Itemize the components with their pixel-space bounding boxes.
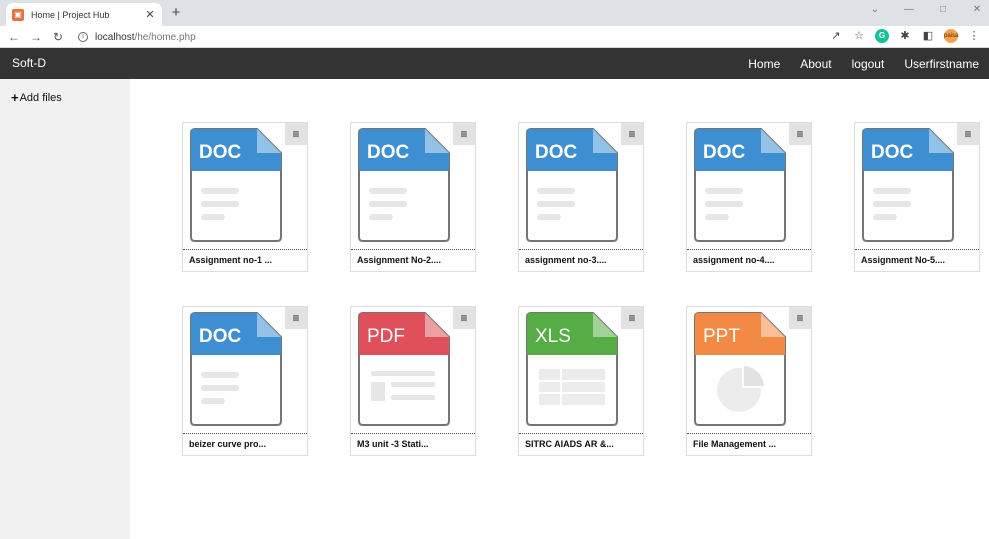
site-info-icon[interactable]: i — [78, 32, 88, 42]
browser-tab-strip: ▣ Home | Project Hub ✕ + ⌄ — □ ✕ — [0, 0, 989, 26]
file-card[interactable]: DOC ≡ Assignment No-2.... — [350, 122, 476, 272]
site-favicon-icon: ▣ — [12, 8, 24, 21]
file-type-label: DOC — [199, 326, 242, 347]
file-menu-icon[interactable]: ≡ — [621, 307, 643, 329]
address-bar[interactable]: i localhost/he/home.php — [72, 28, 832, 46]
window-controls: ⌄ — □ ✕ — [869, 4, 983, 15]
share-icon[interactable]: ↗ — [829, 29, 843, 43]
file-card[interactable]: PDF ≡ M3 unit -3 Stati... — [350, 306, 476, 456]
tab-search-icon[interactable]: ⌄ — [869, 4, 881, 15]
file-type-label: XLS — [535, 326, 571, 347]
app-navbar: Soft-D Home About logout Userfirstname — [0, 48, 989, 79]
url-path: /he/home.php — [134, 31, 196, 43]
tab-title: Home | Project Hub — [31, 9, 110, 20]
browser-tab[interactable]: ▣ Home | Project Hub ✕ — [6, 3, 162, 26]
file-menu-icon[interactable]: ≡ — [285, 307, 307, 329]
back-icon[interactable]: ← — [6, 29, 22, 45]
toolbar-icons: ↗ ☆ G ✱ ◧ paisa ⋮ — [829, 29, 981, 43]
sidebar: + Add files — [0, 79, 130, 539]
file-menu-icon[interactable]: ≡ — [957, 123, 979, 145]
forward-icon[interactable]: → — [28, 29, 44, 45]
file-type-label: DOC — [535, 142, 578, 163]
file-type-label: PDF — [367, 326, 405, 347]
file-card[interactable]: PPT ≡ File Management ... — [686, 306, 812, 456]
file-card[interactable]: DOC ≡ assignment no-4.... — [686, 122, 812, 272]
file-pdf-icon[interactable]: PDF — [355, 311, 453, 427]
brand-name[interactable]: Soft-D — [12, 48, 46, 79]
file-type-label: DOC — [199, 142, 242, 163]
file-menu-icon[interactable]: ≡ — [789, 307, 811, 329]
file-card[interactable]: DOC ≡ beizer curve pro... — [182, 306, 308, 456]
file-doc-icon[interactable]: DOC — [187, 127, 285, 243]
close-window-icon[interactable]: ✕ — [971, 4, 983, 15]
file-name[interactable]: SITRC AIADS AR &... — [519, 433, 643, 455]
file-name[interactable]: beizer curve pro... — [183, 433, 307, 455]
file-ppt-icon[interactable]: PPT — [691, 311, 789, 427]
url-text: localhost/he/home.php — [95, 32, 196, 43]
file-name[interactable]: Assignment no-1 ... — [183, 249, 307, 271]
file-menu-icon[interactable]: ≡ — [453, 307, 475, 329]
add-files-label: Add files — [19, 91, 62, 104]
file-doc-icon[interactable]: DOC — [355, 127, 453, 243]
close-tab-icon[interactable]: ✕ — [144, 8, 156, 21]
file-xls-icon[interactable]: XLS — [523, 311, 621, 427]
file-card[interactable]: XLS ≡ SITRC AIADS AR &... — [518, 306, 644, 456]
new-tab-icon[interactable]: + — [167, 4, 185, 22]
file-menu-icon[interactable]: ≡ — [285, 123, 307, 145]
nav-logout-link[interactable]: logout — [852, 57, 885, 71]
extensions-puzzle-icon[interactable]: ✱ — [898, 29, 912, 43]
file-name[interactable]: File Management ... — [687, 433, 811, 455]
file-doc-icon[interactable]: DOC — [187, 311, 285, 427]
file-type-label: DOC — [871, 142, 914, 163]
file-type-label: DOC — [367, 142, 410, 163]
bookmark-star-icon[interactable]: ☆ — [852, 29, 866, 43]
file-doc-icon[interactable]: DOC — [691, 127, 789, 243]
side-panel-icon[interactable]: ◧ — [921, 29, 935, 43]
minimize-icon[interactable]: — — [903, 4, 915, 15]
file-name[interactable]: assignment no-3.... — [519, 249, 643, 271]
file-card[interactable]: DOC ≡ assignment no-3.... — [518, 122, 644, 272]
file-card[interactable]: DOC ≡ Assignment No-5.... — [854, 122, 980, 272]
file-doc-icon[interactable]: DOC — [859, 127, 957, 243]
reload-icon[interactable]: ↻ — [50, 29, 66, 45]
nav-home-link[interactable]: Home — [748, 57, 780, 71]
add-files-button[interactable]: + Add files — [11, 90, 62, 105]
file-doc-icon[interactable]: DOC — [523, 127, 621, 243]
file-name[interactable]: Assignment No-5.... — [855, 249, 979, 271]
browser-toolbar: ← → ↻ i localhost/he/home.php ↗ ☆ G ✱ ◧ … — [0, 26, 989, 48]
file-name[interactable]: M3 unit -3 Stati... — [351, 433, 475, 455]
file-card[interactable]: DOC ≡ Assignment no-1 ... — [182, 122, 308, 272]
plus-icon: + — [11, 90, 19, 105]
file-name[interactable]: assignment no-4.... — [687, 249, 811, 271]
profile-avatar-icon[interactable]: paisa — [944, 29, 958, 43]
file-menu-icon[interactable]: ≡ — [621, 123, 643, 145]
file-type-label: PPT — [703, 326, 740, 347]
nav-user-link[interactable]: Userfirstname — [904, 57, 979, 71]
file-menu-icon[interactable]: ≡ — [453, 123, 475, 145]
nav-about-link[interactable]: About — [800, 57, 831, 71]
browser-menu-icon[interactable]: ⋮ — [967, 29, 981, 43]
nav-links: Home About logout Userfirstname — [748, 48, 979, 79]
file-menu-icon[interactable]: ≡ — [789, 123, 811, 145]
maximize-icon[interactable]: □ — [937, 4, 949, 15]
file-type-label: DOC — [703, 142, 746, 163]
file-name[interactable]: Assignment No-2.... — [351, 249, 475, 271]
url-host: localhost — [95, 31, 135, 43]
grammarly-extension-icon[interactable]: G — [875, 29, 889, 43]
